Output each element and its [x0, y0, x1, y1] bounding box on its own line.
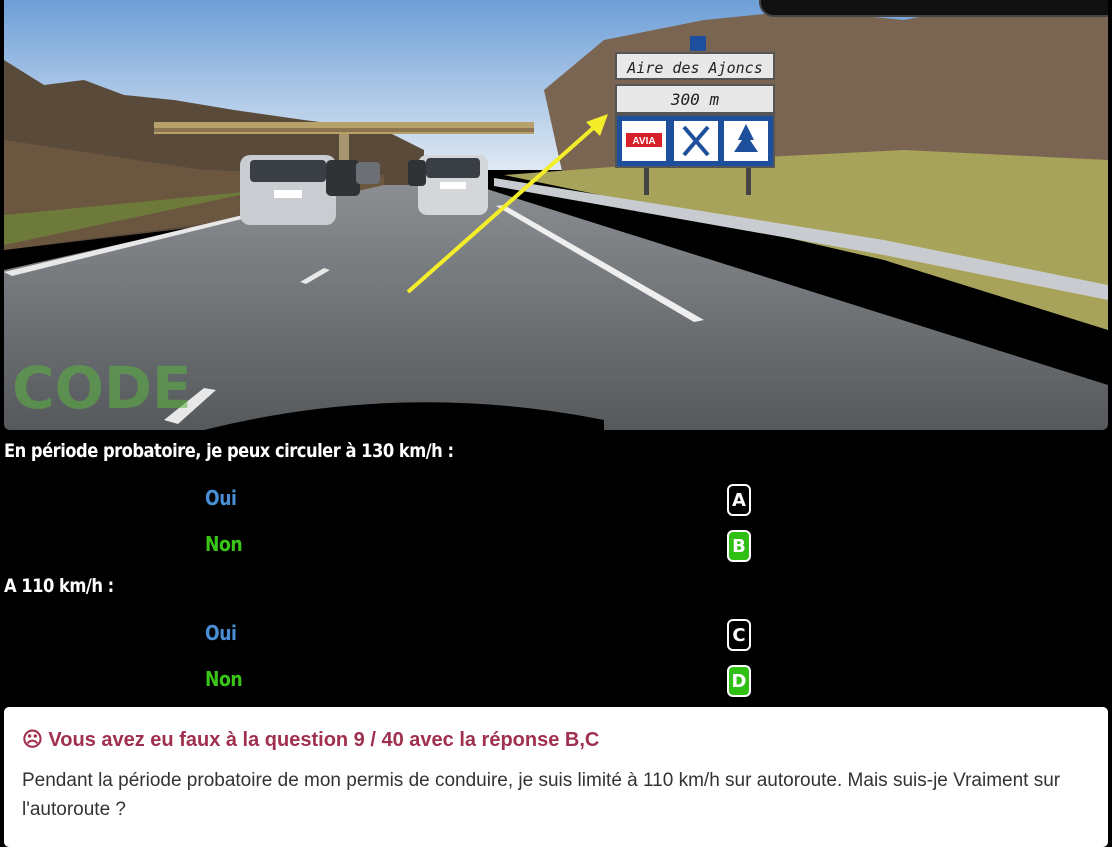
watermark-logo: CODE — [12, 354, 192, 422]
feedback-explanation: Pendant la période probatoire de mon per… — [22, 770, 1061, 820]
answer-c-button[interactable]: C — [727, 619, 751, 651]
fuel-brand-text: AVIA — [632, 136, 655, 147]
answer-b-button[interactable]: B — [727, 530, 751, 562]
question-2-text: A 110 km/h : — [4, 575, 114, 597]
feedback-panel: ☹ Vous avez eu faux à la question 9 / 40… — [4, 707, 1108, 847]
feedback-title: ☹ Vous avez eu faux à la question 9 / 40… — [22, 729, 600, 751]
answer-d-label[interactable]: Non — [205, 667, 243, 691]
question-photo: Aire des Ajoncs 300 m AVIA CODE — [4, 0, 1108, 430]
question-1-text: En période probatoire, je peux circuler … — [4, 440, 454, 462]
sign-distance-text: 300 m — [670, 90, 720, 109]
answer-a-button[interactable]: A — [727, 484, 751, 516]
answer-b-label[interactable]: Non — [205, 532, 243, 556]
answer-d-button[interactable]: D — [727, 665, 751, 697]
answer-a-label[interactable]: Oui — [205, 486, 237, 510]
answer-c-label[interactable]: Oui — [205, 621, 237, 645]
sign-name-text: Aire des Ajoncs — [626, 59, 762, 77]
